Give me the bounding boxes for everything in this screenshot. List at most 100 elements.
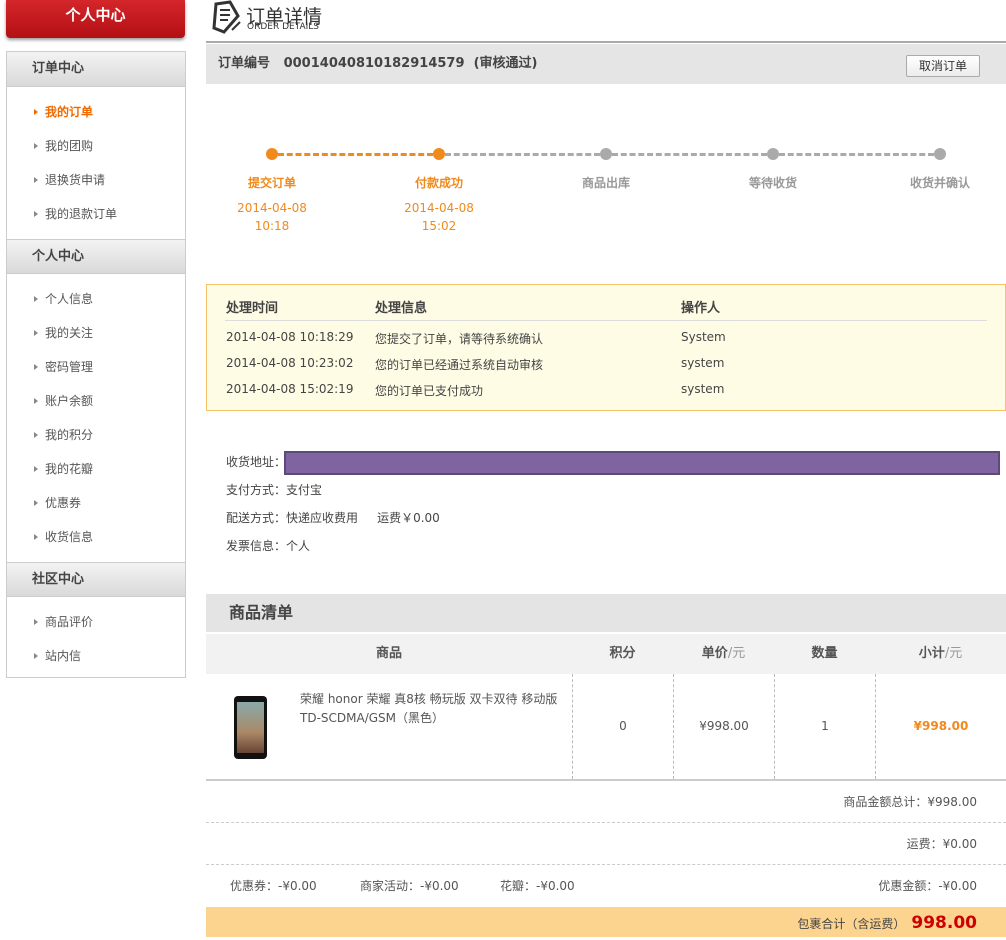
product-price: ¥998.00	[673, 674, 774, 779]
col-subtotal-label: 小计	[918, 646, 945, 661]
sidebar-item[interactable]: 退换货申请	[7, 163, 185, 197]
log-cell: 2014-04-08 10:18:29	[226, 330, 354, 344]
log-cell: 2014-04-08 10:23:02	[226, 356, 354, 370]
processing-log: 处理时间 处理信息 操作人 2014-04-08 10:18:29 您提交了订单，…	[206, 284, 1006, 411]
shipping-total: 运费：¥0.00	[206, 823, 1006, 865]
progress-dot	[266, 148, 278, 160]
product-thumbnail[interactable]	[234, 696, 267, 759]
log-cell: system	[681, 356, 725, 370]
delivery-method: 配送方式：快递应收费用 运费￥0.00	[226, 509, 440, 526]
sidebar-item[interactable]: 个人信息	[7, 282, 185, 316]
sidebar-section: 个人信息 我的关注 密码管理 账户余额 我的积分 我的花瓣 优惠券 收货信息	[7, 274, 185, 562]
progress-step: 等待收货	[713, 174, 833, 199]
progress-dot	[934, 148, 946, 160]
sidebar-item[interactable]: 我的花瓣	[7, 452, 185, 486]
order-number-label: 订单编号	[218, 56, 271, 71]
step-label: 商品出库	[581, 176, 630, 190]
sidebar-section: 商品评价 站内信	[7, 597, 185, 681]
order-document-icon	[212, 0, 241, 34]
progress-connector	[278, 153, 433, 156]
product-name[interactable]: 荣耀 honor 荣耀 真8核 畅玩版 双卡双待 移动版 TD-SCDMA/GS…	[300, 690, 562, 728]
goods-total: 商品金额总计：¥998.00	[206, 781, 1006, 823]
product-qty: 1	[774, 674, 875, 779]
step-label: 付款成功	[414, 176, 463, 190]
progress-connector	[445, 153, 600, 156]
col-price: 单价/元	[673, 634, 774, 674]
total-label: 包裹合计（含运费）	[797, 917, 906, 931]
product-points: 0	[572, 674, 673, 779]
progress-step: 付款成功 2014-04-08 15:02	[379, 174, 499, 235]
log-header-info: 处理信息	[375, 301, 428, 316]
col-subtotal-unit: /元	[944, 646, 963, 661]
sidebar-section-header: 订单中心	[7, 52, 185, 87]
order-number: 00014040810182914579	[283, 56, 465, 71]
sidebar-item[interactable]: 收货信息	[7, 520, 185, 554]
sidebar-item[interactable]: 优惠券	[7, 486, 185, 520]
delivery-text: 配送方式：快递应收费用	[226, 511, 359, 525]
sidebar-item[interactable]: 我的订单	[7, 95, 185, 129]
total-amount: 998.00	[911, 913, 977, 933]
sidebar-item[interactable]: 我的退款订单	[7, 197, 185, 231]
sidebar-header: 个人中心	[6, 0, 185, 38]
log-cell: 2014-04-08 15:02:19	[226, 382, 354, 396]
page-subtitle: ORDER DETAILS	[247, 22, 320, 32]
col-qty: 数量	[811, 646, 838, 661]
log-cell: 您提交了订单，请等待系统确认	[375, 332, 544, 346]
order-number-bar: 订单编号 00014040810182914579 (审核通过) 取消订单	[206, 44, 1006, 84]
sidebar-section: 我的订单 我的团购 退换货申请 我的退款订单	[7, 87, 185, 239]
sidebar-item[interactable]: 站内信	[7, 639, 185, 673]
col-points: 积分	[609, 646, 636, 661]
step-date: 2014-04-08	[404, 201, 474, 215]
progress-step: 提交订单 2014-04-08 10:18	[212, 174, 332, 235]
order-status: (审核通过)	[473, 56, 538, 71]
col-subtotal: 小计/元	[875, 634, 1006, 674]
step-label: 收货并确认	[909, 176, 970, 190]
col-price-unit: /元	[727, 646, 746, 661]
col-price-label: 单价	[701, 646, 728, 661]
sidebar-item[interactable]: 账户余额	[7, 384, 185, 418]
sidebar: 订单中心 我的订单 我的团购 退换货申请 我的退款订单 个人中心 个人信息 我的关注 密码管理账…	[6, 51, 186, 678]
sidebar-item[interactable]: 我的关注	[7, 316, 185, 350]
page-header: 订单详情 ORDER DETAILS	[206, 0, 1006, 43]
sidebar-item[interactable]: 我的团购	[7, 129, 185, 163]
petals-discount: 花瓣：-¥0.00	[500, 879, 575, 893]
step-label: 等待收货	[748, 176, 797, 190]
discount-row: 优惠券：-¥0.00 商家活动：-¥0.00 花瓣：-¥0.00 优惠金额：-¥…	[206, 865, 1006, 907]
progress-connector	[612, 153, 767, 156]
divider	[225, 320, 987, 321]
log-cell: system	[681, 382, 725, 396]
progress-dot	[433, 148, 445, 160]
discount-total: 优惠金额：-¥0.00	[878, 879, 977, 893]
sidebar-section-header: 个人中心	[7, 239, 185, 274]
step-time: 10:18	[254, 219, 290, 233]
progress-step: 收货并确认	[880, 174, 1000, 199]
sidebar-item[interactable]: 商品评价	[7, 605, 185, 639]
col-product: 商品	[375, 646, 402, 661]
product-subtotal: ¥998.00	[875, 674, 1006, 779]
invoice-info: 发票信息：个人	[226, 539, 311, 553]
address-label: 收货地址：	[226, 455, 287, 469]
product-list-title: 商品清单	[206, 594, 1006, 632]
log-cell: 您的订单已支付成功	[375, 384, 484, 398]
table-row: 荣耀 honor 荣耀 真8核 畅玩版 双卡双待 移动版 TD-SCDMA/GS…	[206, 674, 1006, 781]
step-time: 15:02	[421, 219, 457, 233]
progress-connector	[779, 153, 934, 156]
sidebar-section-header: 社区中心	[7, 562, 185, 597]
cancel-order-button[interactable]: 取消订单	[906, 55, 980, 77]
shipping-fee: 运费￥0.00	[377, 511, 440, 525]
progress-dot	[767, 148, 779, 160]
log-header-time: 处理时间	[226, 301, 279, 316]
log-header-operator: 操作人	[681, 301, 721, 316]
address-redacted	[284, 451, 1000, 475]
coupon-discount: 优惠券：-¥0.00	[230, 879, 317, 893]
product-table-header: 商品 积分 单价/元 数量 小计/元	[206, 634, 1006, 674]
package-total: 包裹合计（含运费） 998.00	[206, 907, 1006, 937]
sidebar-item[interactable]: 我的积分	[7, 418, 185, 452]
step-label: 提交订单	[247, 176, 296, 190]
sidebar-item[interactable]: 密码管理	[7, 350, 185, 384]
log-cell: System	[681, 330, 726, 344]
progress-step: 商品出库	[546, 174, 666, 199]
log-cell: 您的订单已经通过系统自动审核	[375, 358, 544, 372]
merchant-discount: 商家活动：-¥0.00	[360, 879, 459, 893]
step-date: 2014-04-08	[237, 201, 307, 215]
